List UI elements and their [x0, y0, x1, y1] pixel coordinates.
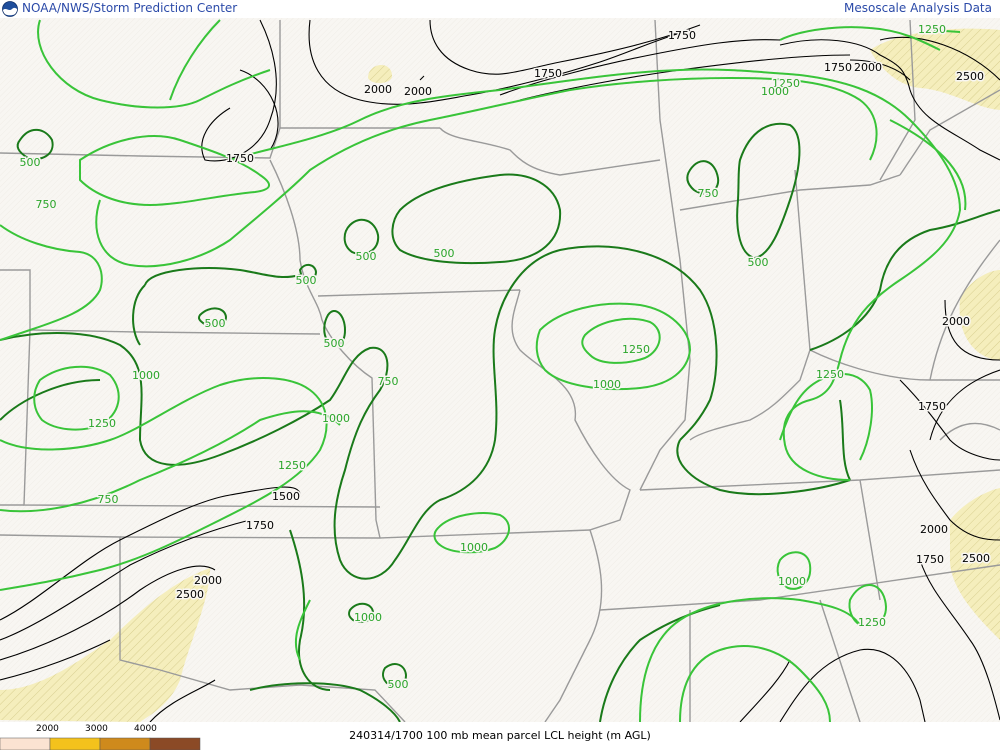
contour-label-1250: 1250 [816, 368, 844, 381]
contour-label-1750: 1750 [916, 553, 944, 566]
contour-label-1250: 1250 [278, 459, 306, 472]
contour-label-500: 500 [296, 274, 317, 287]
contour-label-500: 500 [434, 247, 455, 260]
contour-label-750: 750 [378, 375, 399, 388]
contour-label-750: 750 [36, 198, 57, 211]
footer-caption: 240314/1700 100 mb mean parcel LCL heigh… [349, 729, 651, 742]
contour-label-2500: 2500 [956, 70, 984, 83]
contour-label-750: 750 [698, 187, 719, 200]
contour-label-1000: 1000 [132, 369, 160, 382]
contour-label-2000: 2000 [942, 315, 970, 328]
contour-label-1750: 1750 [668, 29, 696, 42]
contour-label-1250: 1250 [858, 616, 886, 629]
contour-label-1000: 1000 [354, 611, 382, 624]
contour-label-1250: 1250 [622, 343, 650, 356]
noaa-logo-icon [2, 1, 18, 17]
contour-label-500: 500 [388, 678, 409, 691]
contour-label-500: 500 [205, 317, 226, 330]
contour-label-1750: 1750 [246, 519, 274, 532]
contour-label-1750: 1750 [824, 61, 852, 74]
contour-label-1000: 1000 [778, 575, 806, 588]
header-title-left: NOAA/NWS/Storm Prediction Center [22, 1, 238, 15]
contour-label-2000: 2000 [194, 574, 222, 587]
contour-label-2000: 2000 [854, 61, 882, 74]
contour-label-750: 750 [98, 493, 119, 506]
contour-label-1750: 1750 [534, 67, 562, 80]
contour-label-1750: 1750 [918, 400, 946, 413]
contour-label-1000: 1000 [460, 541, 488, 554]
contour-label-500: 500 [324, 337, 345, 350]
contour-label-500: 500 [748, 256, 769, 269]
map-panel: 1250 1750 1750 1250 1000 1750 2000 2500 2000 2000… [0, 0, 1000, 750]
contour-label-2500: 2500 [962, 552, 990, 565]
contour-label-1000: 1000 [593, 378, 621, 391]
contour-label-2500: 2500 [176, 588, 204, 601]
contour-label-1750: 1750 [226, 152, 254, 165]
contour-label-1000: 1000 [322, 412, 350, 425]
contour-label-1250: 1250 [88, 417, 116, 430]
contour-label-2000: 2000 [920, 523, 948, 536]
header-title-right: Mesoscale Analysis Data [844, 1, 992, 15]
contour-label-2000: 2000 [364, 83, 392, 96]
contour-label-500: 500 [356, 250, 377, 263]
contour-label-1250: 1250 [918, 23, 946, 36]
contour-label-1500: 1500 [272, 490, 300, 503]
contour-label-500: 500 [20, 156, 41, 169]
lcl-height-map: 125017501750125010001750 200025002000 2000… [0, 18, 1000, 750]
contour-label-2000: 2000 [404, 85, 432, 98]
contour-label-1000: 1000 [761, 85, 789, 98]
